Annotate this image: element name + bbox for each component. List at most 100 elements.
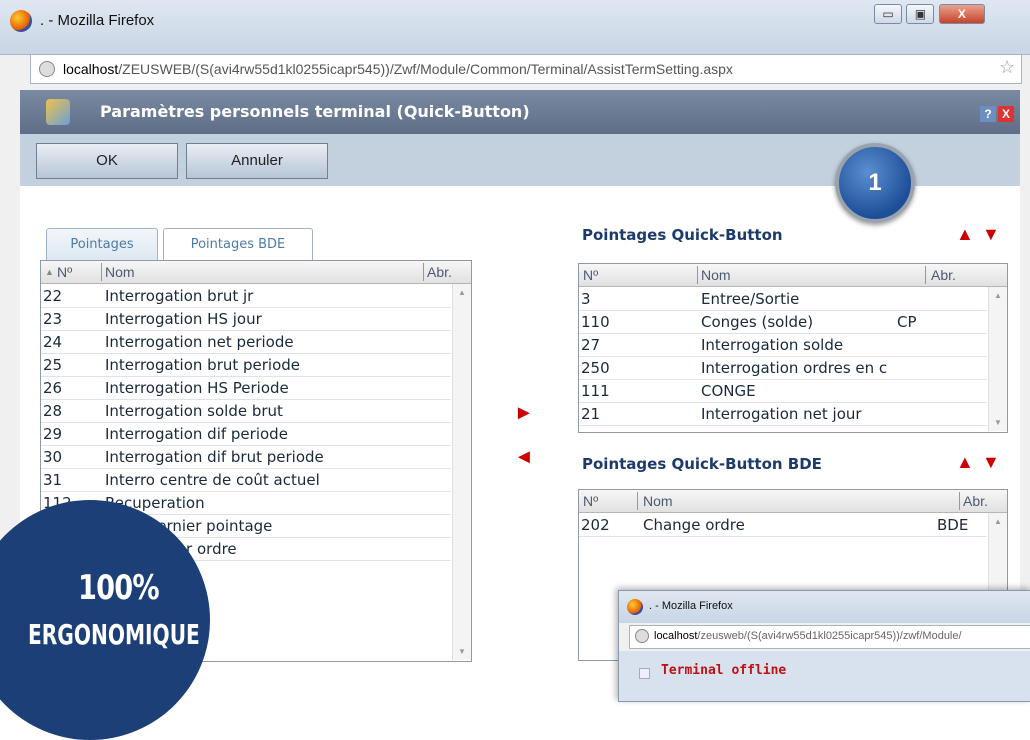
col-no-header[interactable]: Nº <box>583 267 598 283</box>
col-nom-header[interactable]: Nom <box>105 264 135 280</box>
cell-no: 29 <box>43 425 63 443</box>
cell-no: 111 <box>581 382 610 400</box>
table-row[interactable]: 3 Entree/Sortie <box>579 287 987 311</box>
col-abr-header[interactable]: Abr. <box>963 493 988 509</box>
dialog-close-button[interactable]: X <box>998 106 1014 122</box>
cell-nom: Interrogation dif brut periode <box>105 448 324 466</box>
cell-nom: Change ordre <box>643 516 745 534</box>
table-row[interactable]: 25 Interrogation brut periode <box>41 353 451 377</box>
scroll-up-icon[interactable]: ▲ <box>989 517 1007 526</box>
grid-header: ▲ Nº Nom Abr. <box>41 261 471 284</box>
cell-no: 30 <box>43 448 63 466</box>
overlay-url-path: /zeusweb/(S(avi4rw55d1kl0255icapr545))/z… <box>697 630 962 642</box>
cell-no: 31 <box>43 471 63 489</box>
quick-button-section-title: Pointages Quick-Button <box>582 226 783 244</box>
globe-icon <box>635 629 649 643</box>
cell-nom: Interrogation dif periode <box>105 425 288 443</box>
table-row[interactable]: 202 Change ordre BDE <box>579 513 987 537</box>
help-button[interactable]: ? <box>980 106 996 122</box>
table-row[interactable]: 28 Interrogation solde brut <box>41 399 451 423</box>
table-row[interactable]: 21 Interrogation net jour <box>579 402 987 426</box>
cell-nom: CONGE <box>701 382 756 400</box>
table-row[interactable]: 111 CONGE <box>579 379 987 403</box>
overlay-address-bar[interactable]: localhost/zeusweb/(S(avi4rw55d1kl0255ica… <box>629 625 1030 649</box>
terminal-status-text: Terminal offline <box>661 663 787 678</box>
cell-nom: Interrogation HS jour <box>105 310 262 328</box>
table-row[interactable]: 27 Interrogation solde <box>579 333 987 357</box>
quick-grid-scrollbar[interactable]: ▲ ▼ <box>988 287 1007 431</box>
col-no-header[interactable]: Nº <box>57 264 72 280</box>
scroll-up-icon[interactable]: ▲ <box>453 288 471 297</box>
cell-nom: Recuperation <box>105 494 205 512</box>
table-row[interactable]: 29 Interrogation dif periode <box>41 422 451 446</box>
overlay-browser-window: . - Mozilla Firefox localhost/zeusweb/(S… <box>618 590 1030 702</box>
col-no-header[interactable]: Nº <box>583 493 598 509</box>
col-abr-header[interactable]: Abr. <box>931 267 956 283</box>
cell-nom: Interrogation ordres en c <box>701 359 888 377</box>
table-row[interactable]: 23 Interrogation HS jour <box>41 307 451 331</box>
browser-titlebar: . - Mozilla Firefox ▭ ▣ X <box>0 0 1030 55</box>
cell-nom: Interrogation brut periode <box>105 356 301 374</box>
cell-no: 110 <box>581 313 610 331</box>
ergonomique-percent: 100% <box>78 568 160 608</box>
table-row[interactable]: 31 Interro centre de coût actuel <box>41 468 451 492</box>
cancel-button[interactable]: Annuler <box>186 143 328 179</box>
scroll-down-icon[interactable]: ▼ <box>453 647 471 656</box>
bde-move-down-icon[interactable]: ▼ <box>982 452 1000 473</box>
cell-no: 22 <box>43 287 63 305</box>
quick-move-down-icon[interactable]: ▼ <box>982 224 1000 245</box>
cell-nom: Interrogation net periode <box>105 333 294 351</box>
remove-from-quick-button-arrow-icon[interactable]: ◄ <box>514 446 534 469</box>
minimize-button[interactable]: ▭ <box>874 4 902 24</box>
cell-no: 27 <box>581 336 601 354</box>
cell-nom: Interrogation brut jr <box>105 287 254 305</box>
cell-no: 250 <box>581 359 610 377</box>
url-text[interactable]: localhost/ZEUSWEB/(S(avi4rw55d1kl0255ica… <box>63 61 733 77</box>
overlay-titlebar: . - Mozilla Firefox <box>619 591 1030 623</box>
col-nom-header[interactable]: Nom <box>643 493 673 509</box>
browser-window: . - Mozilla Firefox ▭ ▣ X localhost/ZEUS… <box>0 0 1030 740</box>
tab-pointages-bde[interactable]: Pointages BDE <box>163 228 313 261</box>
bookmark-star-icon[interactable]: ☆ <box>999 57 1015 78</box>
cell-no: 24 <box>43 333 63 351</box>
sort-asc-icon[interactable]: ▲ <box>45 267 54 277</box>
table-row[interactable]: 30 Interrogation dif brut periode <box>41 445 451 469</box>
col-abr-header[interactable]: Abr. <box>427 264 452 280</box>
cell-nom: Interrogation solde <box>701 336 844 354</box>
status-checkbox[interactable] <box>639 668 650 679</box>
table-row[interactable]: 250 Interrogation ordres en c <box>579 356 987 380</box>
tab-pointages[interactable]: Pointages <box>46 228 158 261</box>
dialog-titlebar: Paramètres personnels terminal (Quick-Bu… <box>20 90 1020 134</box>
table-row[interactable]: 26 Interrogation HS Periode <box>41 376 451 400</box>
quick-move-up-icon[interactable]: ▲ <box>956 224 974 245</box>
url-path: /ZEUSWEB/(S(avi4rw55d1kl0255icapr545))/Z… <box>118 61 733 77</box>
close-window-button[interactable]: X <box>938 4 985 24</box>
cell-nom: Interrogation solde brut <box>105 402 283 420</box>
step-number-badge: 1 <box>835 143 915 223</box>
maximize-button[interactable]: ▣ <box>906 4 935 24</box>
cell-no: 25 <box>43 356 63 374</box>
globe-icon <box>39 61 55 77</box>
left-grid-scrollbar[interactable]: ▲ ▼ <box>452 284 471 660</box>
overlay-url-text[interactable]: localhost/zeusweb/(S(avi4rw55d1kl0255ica… <box>654 630 962 642</box>
table-row[interactable]: 24 Interrogation net periode <box>41 330 451 354</box>
cell-nom: Interrogation net jour <box>701 405 862 423</box>
table-row[interactable]: 110 Conges (solde) CP <box>579 310 987 334</box>
cell-nom: Entree/Sortie <box>701 290 800 308</box>
cell-no: 202 <box>581 516 610 534</box>
scroll-up-icon[interactable]: ▲ <box>989 291 1007 300</box>
col-nom-header[interactable]: Nom <box>701 267 731 283</box>
overlay-body: Terminal offline <box>619 651 1030 701</box>
scroll-down-icon[interactable]: ▼ <box>989 418 1007 427</box>
quick-button-grid: Nº Nom Abr. 3 Entree/Sortie 110 Conges (sol… <box>578 263 1008 433</box>
bde-move-up-icon[interactable]: ▲ <box>956 452 974 473</box>
add-to-quick-button-arrow-icon[interactable]: ► <box>514 402 534 425</box>
cell-no: 26 <box>43 379 63 397</box>
overlay-window-title: . - Mozilla Firefox <box>649 600 733 612</box>
address-bar[interactable]: localhost/ZEUSWEB/(S(avi4rw55d1kl0255ica… <box>30 54 1022 84</box>
cell-nom: Interrogation HS Periode <box>105 379 289 397</box>
table-row[interactable]: 22 Interrogation brut jr <box>41 284 451 308</box>
ok-button[interactable]: OK <box>36 143 178 179</box>
grid-header: Nº Nom Abr. <box>579 490 1007 513</box>
url-host: localhost <box>63 61 119 77</box>
